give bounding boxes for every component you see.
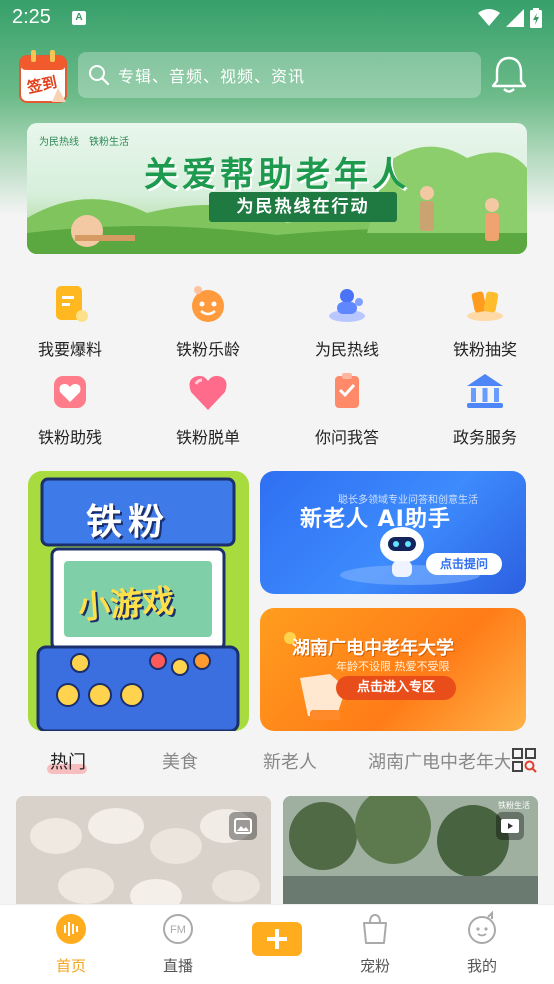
menu-label: 铁粉助残 bbox=[37, 428, 102, 447]
banner-carousel[interactable]: 为民热线 铁粉生活 关爱帮助老年人 为民热线在行动 bbox=[27, 123, 527, 254]
game-subtitle: 小游戏 bbox=[76, 581, 176, 627]
heart-icon bbox=[189, 375, 227, 410]
menu-item-dating[interactable]: 铁粉脱单 bbox=[148, 370, 268, 448]
svg-text:FM: FM bbox=[170, 924, 186, 936]
promo-ai-assistant[interactable]: 聪长多领域专业问答和创意生活 新老人 AI助手 点击提问 bbox=[260, 471, 526, 594]
menu-item-lottery[interactable]: 铁粉抽奖 bbox=[425, 282, 545, 360]
qa-icon bbox=[335, 373, 359, 408]
search-icon bbox=[89, 65, 110, 86]
search-placeholder: 专辑、音频、视频、资讯 bbox=[118, 67, 306, 86]
menu-label: 我要爆料 bbox=[37, 340, 102, 359]
government-icon bbox=[467, 374, 503, 408]
disability-aid-icon bbox=[54, 376, 86, 408]
game-title: 铁粉 bbox=[86, 502, 171, 543]
image-icon bbox=[234, 818, 252, 834]
university-title: 湖南广电中老年大学 bbox=[292, 638, 454, 659]
checkin-calendar-button[interactable]: 签到 bbox=[18, 48, 68, 104]
ai-ask-button[interactable]: 点击提问 bbox=[426, 553, 502, 575]
nav-label: 我的 bbox=[466, 957, 497, 975]
menu-item-elderly-fun[interactable]: 铁粉乐龄 bbox=[148, 282, 268, 360]
nav-live[interactable]: FM 直播 bbox=[138, 911, 218, 976]
image-badge bbox=[229, 812, 257, 840]
menu-item-hotline[interactable]: 为民热线 bbox=[287, 282, 407, 360]
banner-logo-left: 为民热线 bbox=[39, 137, 79, 148]
feed-watermark: 铁粉生活 bbox=[498, 801, 530, 810]
signal-icon bbox=[506, 9, 524, 27]
menu-label: 你问我答 bbox=[314, 428, 379, 447]
feed-card[interactable]: 铁粉生活 bbox=[283, 796, 538, 906]
menu-label: 铁粉乐龄 bbox=[175, 340, 240, 359]
menu-label: 铁粉抽奖 bbox=[452, 340, 517, 359]
menu-item-disability-aid[interactable]: 铁粉助残 bbox=[10, 370, 130, 448]
nav-home[interactable]: 首页 bbox=[31, 911, 111, 976]
ai-title: 新老人 AI助手 bbox=[300, 507, 451, 532]
status-bar: 2:25 A bbox=[0, 0, 554, 38]
tab-hot[interactable]: 热门 bbox=[50, 748, 86, 774]
menu-item-qa[interactable]: 你问我答 bbox=[287, 370, 407, 448]
nav-label: 宠粉 bbox=[359, 957, 390, 975]
bottom-navigation: 首页 FM 直播 宠粉 我的 bbox=[0, 904, 554, 984]
menu-item-report[interactable]: 我要爆料 bbox=[10, 282, 130, 360]
bag-icon bbox=[363, 913, 387, 944]
nav-pet-fans[interactable]: 宠粉 bbox=[335, 911, 415, 976]
menu-item-government[interactable]: 政务服务 bbox=[425, 370, 545, 448]
search-bar[interactable]: 专辑、音频、视频、资讯 bbox=[78, 52, 481, 98]
lottery-icon bbox=[467, 291, 503, 321]
plus-icon bbox=[267, 929, 287, 949]
menu-label: 为民热线 bbox=[314, 340, 379, 359]
promo-mini-game[interactable]: 铁粉 小游戏 bbox=[28, 471, 249, 731]
nav-label: 首页 bbox=[55, 957, 86, 975]
tab-new-elderly[interactable]: 新老人 bbox=[263, 748, 317, 774]
elderly-fun-icon bbox=[192, 286, 224, 322]
home-headphone-icon bbox=[56, 914, 86, 944]
tab-food[interactable]: 美食 bbox=[162, 748, 198, 774]
banner-subtitle: 为民热线在行动 bbox=[209, 192, 397, 222]
notification-button[interactable] bbox=[490, 55, 528, 95]
video-badge bbox=[496, 812, 524, 840]
menu-label: 铁粉脱单 bbox=[175, 428, 240, 447]
university-tagline: 年龄不设限 热爱不受限 bbox=[336, 660, 450, 673]
profile-face-icon bbox=[468, 910, 496, 944]
nav-label: 直播 bbox=[162, 957, 193, 975]
promo-senior-university[interactable]: 湖南广电中老年大学 年龄不设限 热爱不受限 点击进入专区 bbox=[260, 608, 526, 731]
report-icon bbox=[56, 286, 88, 322]
menu-label: 政务服务 bbox=[452, 428, 517, 447]
banner-logo-right: 铁粉生活 bbox=[89, 137, 129, 148]
fm-icon: FM bbox=[163, 914, 193, 944]
bell-icon bbox=[491, 56, 527, 93]
tab-senior-university[interactable]: 湖南广电中老年大 bbox=[368, 748, 512, 774]
sim-icon: A bbox=[72, 11, 86, 25]
video-icon bbox=[501, 819, 519, 833]
hotline-icon bbox=[329, 289, 365, 322]
banner-title: 关爱帮助老年人 bbox=[144, 155, 410, 195]
grid-search-icon bbox=[512, 748, 537, 773]
battery-icon bbox=[530, 8, 542, 28]
category-tabs: 热门 美食 新老人 湖南广电中老年大 bbox=[0, 742, 554, 782]
tab-more-button[interactable] bbox=[510, 746, 538, 774]
nav-profile[interactable]: 我的 bbox=[442, 910, 522, 976]
add-post-button[interactable] bbox=[252, 922, 302, 956]
status-time: 2:25 bbox=[12, 6, 51, 28]
university-enter-button[interactable]: 点击进入专区 bbox=[336, 676, 456, 700]
wifi-icon bbox=[478, 9, 500, 26]
feed-card[interactable] bbox=[16, 796, 271, 906]
